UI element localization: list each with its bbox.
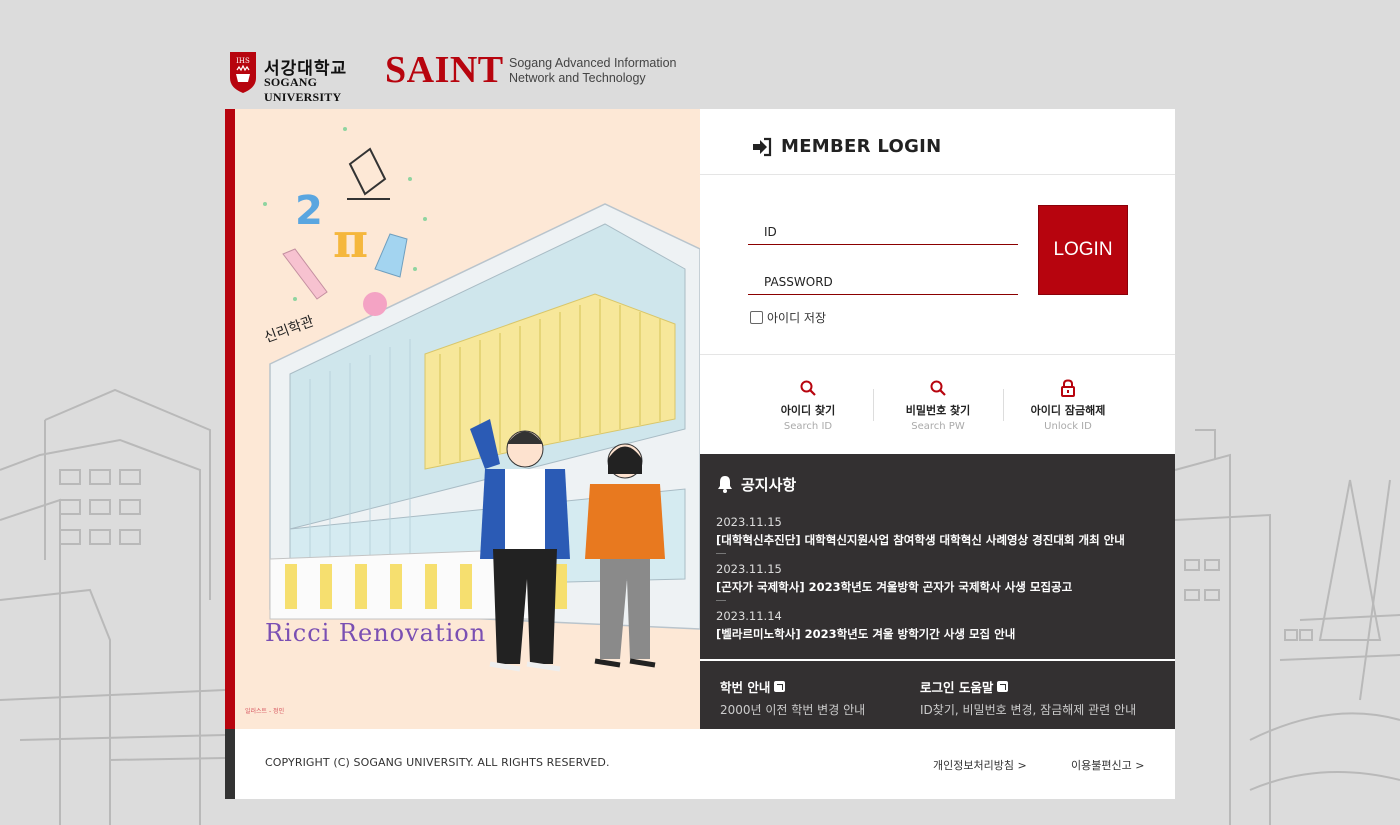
search-id-link[interactable]: 아이디 찾기 Search ID [743,379,873,432]
saint-subtitle-line2: Network and Technology [509,71,646,85]
copyright-text: COPYRIGHT (C) SOGANG UNIVERSITY. ALL RIG… [265,756,610,769]
login-button[interactable]: LOGIN [1038,205,1128,295]
sogang-english-name: SOGANG UNIVERSITY [264,75,342,104]
login-panel: MEMBER LOGIN LOGIN 아이디 저장 아이디 찾기 Search … [700,109,1175,454]
illustration-caption: Ricci Renovation [265,619,487,647]
report-inconvenience-link[interactable]: 이용불편신고 > [1071,757,1144,773]
login-help-title: 로그인 도움말 [920,680,994,695]
notice-panel: 공지사항 2023.11.15 [대학혁신추진단] 대학혁신지원사업 참여학생 … [700,454,1175,659]
saint-logo[interactable]: SAINT [385,48,504,92]
unlock-id-label: 아이디 잠금해제 [1030,404,1106,417]
search-pw-sublabel: Search PW [911,421,965,432]
saint-subtitle-line1: Sogang Advanced Information [509,56,677,70]
unlock-id-link[interactable]: 아이디 잠금해제 Unlock ID [1003,379,1133,432]
guide-panel: 학번 안내 2000년 이전 학번 변경 안내 로그인 도움말 ID찾기, 비밀… [700,661,1175,729]
login-divider [700,354,1175,355]
bell-icon [718,476,732,493]
login-header: MEMBER LOGIN [700,109,1175,175]
save-id-label: 아이디 저장 [767,311,827,325]
login-help-desc: ID찾기, 비밀번호 변경, 잠금해제 관련 안내 [920,703,1137,717]
notice-text[interactable]: [대학혁신추진단] 대학혁신지원사업 참여학생 대학혁신 사례영상 경진대회 개… [716,532,1156,548]
notice-item[interactable]: 2023.11.15 [대학혁신추진단] 대학혁신지원사업 참여학생 대학혁신 … [716,515,1156,554]
left-accent-bar [225,109,235,729]
login-card: 2 π 신리학관 Ricci Renovation 일러스트 - 정인 MEMB… [225,109,1175,799]
svg-text:π: π [333,213,368,269]
unlock-id-sublabel: Unlock ID [1044,421,1092,432]
student-id-guide-title: 학번 안내 [720,680,771,695]
login-help-link[interactable]: 로그인 도움말 ID찾기, 비밀번호 변경, 잠금해제 관련 안내 [920,677,1136,718]
notice-text[interactable]: [벨라르미노학사] 2023학년도 겨울 방학기간 사생 모집 안내 [716,626,1156,642]
left-footer-bar [225,729,235,799]
search-icon [800,380,816,396]
student-id-guide-link[interactable]: 학번 안내 2000년 이전 학번 변경 안내 [720,677,865,718]
header-logos: IHS 서강대학교 SOGANG UNIVERSITY SAINT Sogang… [228,48,828,104]
external-link-icon [774,681,786,692]
sign-in-icon [753,137,772,157]
search-pw-link[interactable]: 비밀번호 찾기 Search PW [873,379,1003,432]
notice-divider [716,600,726,601]
notice-date: 2023.11.15 [716,562,782,576]
illustration-credit: 일러스트 - 정인 [245,708,285,715]
notice-date: 2023.11.15 [716,515,782,529]
sogang-university-logo[interactable]: IHS 서강대학교 SOGANG UNIVERSITY [228,50,370,104]
footer: COPYRIGHT (C) SOGANG UNIVERSITY. ALL RIG… [235,729,1175,799]
privacy-policy-link[interactable]: 개인정보처리방침 > [933,757,1027,773]
save-id-checkbox[interactable]: 아이디 저장 [750,309,826,326]
campus-illustration: 2 π 신리학관 Ricci Renovation 일러스트 - 정인 [235,109,700,729]
sogang-seal-icon: IHS [230,52,256,93]
notice-divider [716,553,726,554]
lock-icon [1061,379,1075,397]
checkbox-box[interactable] [750,311,763,324]
notice-title: 공지사항 [741,476,797,494]
id-input[interactable] [748,205,1018,245]
notice-text[interactable]: [곤자가 국제학사] 2023학년도 겨울방학 곤자가 국제학사 사생 모집공고 [716,579,1156,595]
svg-text:2: 2 [295,188,323,234]
notice-item[interactable]: 2023.11.14 [벨라르미노학사] 2023학년도 겨울 방학기간 사생 … [716,609,1156,642]
password-input[interactable] [748,255,1018,295]
student-id-guide-desc: 2000년 이전 학번 변경 안내 [720,703,866,717]
external-link-icon [997,681,1009,692]
svg-text:IHS: IHS [236,57,250,65]
notice-item[interactable]: 2023.11.15 [곤자가 국제학사] 2023학년도 겨울방학 곤자가 국… [716,562,1156,601]
saint-subtitle: Sogang Advanced Information Network and … [509,56,676,86]
search-id-sublabel: Search ID [783,421,833,432]
search-icon [930,380,946,396]
notice-date: 2023.11.14 [716,609,782,623]
login-title: MEMBER LOGIN [781,136,942,157]
search-id-label: 아이디 찾기 [780,404,836,417]
search-pw-label: 비밀번호 찾기 [905,404,971,417]
